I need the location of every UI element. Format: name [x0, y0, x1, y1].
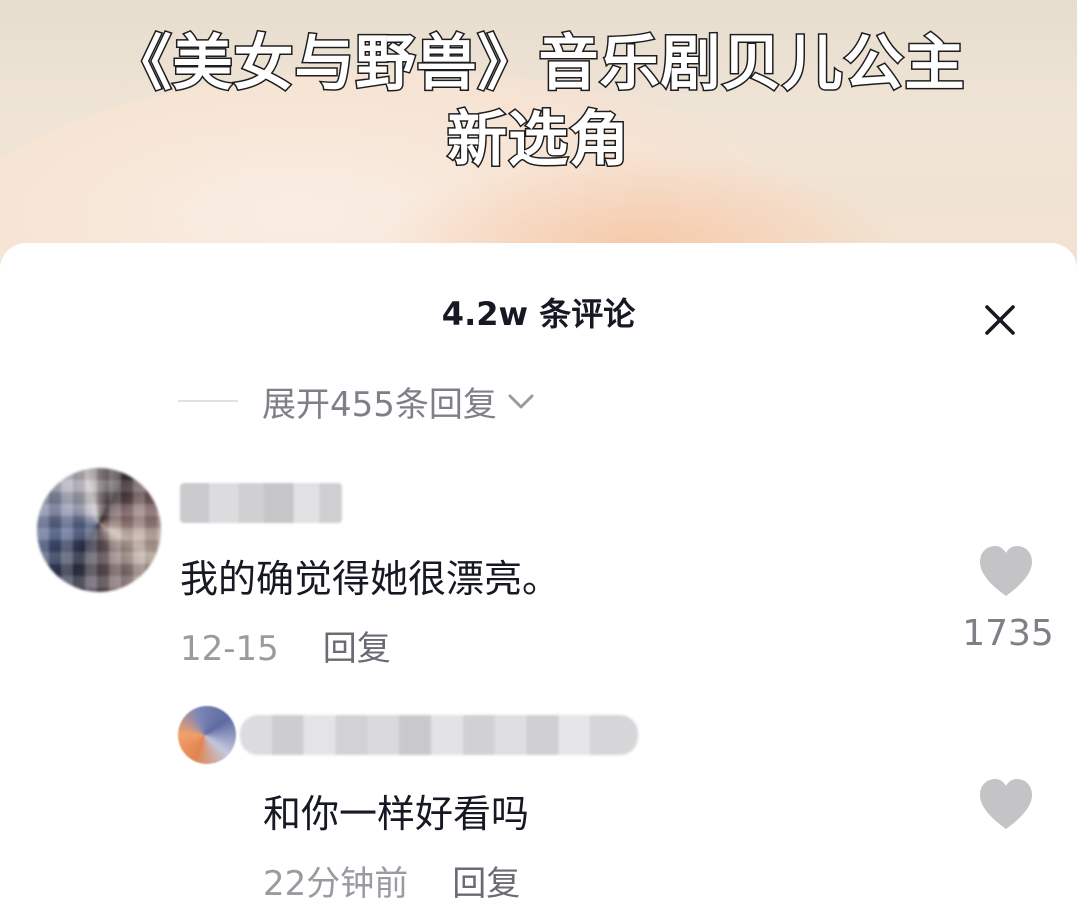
reply-button[interactable]: 回复: [452, 864, 520, 904]
comment-date: 12-15: [180, 629, 279, 669]
heart-icon: [980, 546, 1032, 596]
video-title-line-1: 《美女与野兽》音乐剧贝儿公主: [110, 28, 966, 101]
expand-replies-label: 展开455条回复: [262, 384, 497, 425]
expand-replies-button[interactable]: 展开455条回复: [178, 376, 539, 426]
comment-text: 和你一样好看吗: [263, 792, 530, 836]
comment-text: 我的确觉得她很漂亮。: [180, 557, 561, 601]
like-button[interactable]: [966, 776, 1046, 832]
expand-divider: [178, 400, 238, 402]
username-redacted[interactable]: [240, 715, 638, 755]
close-button[interactable]: [976, 296, 1024, 344]
app-root: 《美女与野兽》音乐剧贝儿公主 新选角 4.2w 条评论 展开455条回复 我的确…: [0, 0, 1077, 904]
avatar[interactable]: [37, 468, 161, 592]
comment-meta: 22分钟前 回复: [263, 856, 520, 904]
comment-date: 22分钟前: [263, 864, 409, 904]
username-redacted[interactable]: [180, 483, 342, 523]
comment-count-title: 4.2w 条评论: [441, 295, 636, 333]
like-button[interactable]: [966, 543, 1046, 599]
comment-meta: 12-15 回复: [180, 621, 391, 670]
like-count: 1735: [962, 613, 1054, 654]
video-title: 《美女与野兽》音乐剧贝儿公主 新选角: [0, 26, 1077, 178]
avatar-mosaic: [37, 468, 161, 592]
comments-sheet: 4.2w 条评论 展开455条回复 我的确觉得她很漂亮。 12-15 回复 17…: [0, 243, 1077, 904]
reply-button[interactable]: 回复: [323, 629, 391, 669]
heart-icon: [980, 779, 1032, 829]
avatar[interactable]: [178, 706, 236, 764]
close-icon: [985, 305, 1015, 335]
chevron-down-icon: [508, 394, 534, 409]
video-title-line-2: 新选角: [446, 104, 631, 177]
